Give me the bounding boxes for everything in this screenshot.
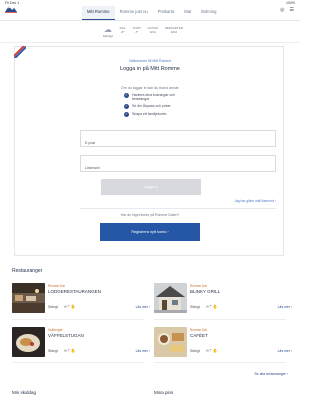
cloud-icon: ☁	[103, 25, 112, 34]
amenity-icons: ◷ᛘ✋	[206, 348, 219, 353]
menu-icon[interactable]: ☰	[290, 8, 294, 13]
hand-icon: ✋	[70, 348, 77, 353]
forgot-password-link[interactable]: Jag har glömt mitt lösenord ›	[234, 199, 276, 203]
weather-reading-value: 0/14	[170, 30, 177, 34]
weather-condition: ☁ Molnigt	[103, 25, 113, 39]
password-field[interactable]	[81, 160, 275, 176]
restaurant-card[interactable]: Gräberget VÄFFELSTUGAN Stängt ◷ᛘ✋ Läs me…	[12, 327, 152, 357]
benefit-list: ✓ Hantera dina bokningar och betalningar…	[124, 93, 184, 120]
restaurant-area: Gräberget	[48, 328, 63, 332]
restaurant-area: Romme Dal	[48, 284, 65, 288]
benefit-item: ✓ Skapa ett familjekonto	[124, 112, 184, 118]
restaurant-photo	[154, 283, 187, 313]
restaurant-status: Stängt	[48, 305, 58, 309]
no-account-text: Har du inget konto på Romme Dalen?	[120, 213, 180, 217]
restaurant-photo	[154, 327, 187, 357]
read-more-link[interactable]: Läs mer ›	[278, 349, 292, 353]
read-more-link[interactable]: Läs mer ›	[136, 349, 150, 353]
globe-icon[interactable]: ◎	[280, 8, 284, 13]
restaurant-divider	[12, 319, 144, 320]
restaurant-divider	[12, 362, 144, 363]
register-button[interactable]: Registrera nytt konto ›	[100, 223, 200, 241]
weather-reading-value: -7°	[134, 30, 139, 34]
check-icon: ✓	[124, 104, 129, 110]
my-pins-heading: Mina pins	[154, 390, 174, 395]
hand-icon: ✋	[212, 348, 219, 353]
tab-priskarta[interactable]: Priskarta	[153, 6, 180, 20]
romme-logo[interactable]	[4, 4, 18, 14]
check-icon: ✓	[124, 112, 129, 118]
hand-icon: ✋	[212, 304, 219, 309]
corner-ribbon	[14, 46, 26, 58]
login-divider	[80, 208, 276, 209]
restaurant-name: CAFÉET	[190, 333, 208, 338]
tab-mat[interactable]: Mat	[179, 6, 196, 20]
restaurant-card[interactable]: Romme Dal BLINKY GRILL Stängt ◷ᛘ✋ Läs me…	[154, 283, 294, 313]
login-eyebrow: Välkommen till Mitt Romme	[128, 59, 172, 63]
tab-bokning[interactable]: Bokning	[196, 6, 221, 20]
amenity-icons: ◷ᛘ✋	[206, 304, 219, 309]
amenity-icons: ◷ᛘ✋	[64, 348, 77, 353]
main-nav: Mitt Romme Romme just nu Priskarta Mat B…	[82, 6, 221, 20]
restaurant-status: Stängt	[48, 349, 58, 353]
weather-reading: DAL -6°	[120, 26, 126, 34]
restaurant-card[interactable]: Romme Dal CAFÉET Stängt ◷ᛘ✋ Läs mer ›	[154, 327, 294, 357]
login-subtitle: Om du loggar in kan du bland annat:	[120, 86, 180, 90]
email-field-box	[80, 130, 276, 151]
weather-reading: LIFTAR 0/14	[148, 26, 158, 34]
weather-reading: TOPP -7°	[133, 26, 141, 34]
weather-reading-value: 0/14	[149, 30, 156, 34]
login-title: Logga in på Mitt Romme	[120, 66, 180, 72]
amenity-icons: ◷ᛘ✋	[64, 304, 77, 309]
restaurant-photo	[12, 327, 45, 357]
login-button[interactable]: Logga in	[101, 179, 201, 195]
email-field[interactable]	[81, 135, 275, 151]
restaurant-name: BLINKY GRILL	[190, 289, 221, 294]
benefit-item: ✓ Hantera dina bokningar och betalningar	[124, 93, 184, 101]
tab-romme-just-nu[interactable]: Romme just nu	[115, 6, 153, 20]
restaurants-heading: Restauranger	[12, 268, 43, 274]
my-ski-day-heading: Min skiddag	[12, 390, 37, 395]
restaurant-name: VÄFFELSTUGAN	[48, 333, 84, 338]
hand-icon: ✋	[70, 304, 77, 309]
weather-condition-label: Molnigt	[103, 34, 113, 38]
restaurant-status: Stängt	[190, 349, 200, 353]
nav-divider	[0, 20, 300, 21]
restaurant-area: Romme Dal	[190, 284, 207, 288]
restaurant-divider	[154, 362, 286, 363]
restaurant-name: LODGERESTAURANGEN	[48, 289, 101, 294]
check-icon: ✓	[124, 93, 129, 98]
weather-strip: ☁ Molnigt DAL -6° TOPP -7° LIFTAR 0/14 N…	[103, 25, 183, 39]
weather-divider	[0, 42, 300, 43]
restaurant-area: Romme Dal	[190, 328, 207, 332]
all-restaurants-link[interactable]: Se alla restauranger ›	[254, 372, 288, 376]
benefit-text: Skapa ett familjekonto	[132, 112, 167, 117]
read-more-link[interactable]: Läs mer ›	[278, 305, 292, 309]
top-icons: ◎ ☰	[280, 8, 294, 13]
restaurant-card[interactable]: Romme Dal LODGERESTAURANGEN Stängt ◷ᛘ✋ L…	[12, 283, 152, 313]
weather-reading-value: -6°	[120, 30, 125, 34]
tab-mitt-romme[interactable]: Mitt Romme	[82, 6, 115, 20]
status-battery: 100%	[286, 1, 295, 5]
benefit-text: Hantera dina bokningar och betalningar	[132, 93, 176, 102]
benefit-text: Se din Åkpass och priser	[132, 104, 171, 109]
weather-reading: NEDFARTER 0/14	[165, 26, 183, 34]
restaurant-photo	[12, 283, 45, 313]
password-field-box	[80, 155, 276, 176]
benefit-item: ✓ Se din Åkpass och priser	[124, 104, 184, 110]
restaurant-divider	[154, 319, 286, 320]
read-more-link[interactable]: Läs mer ›	[136, 305, 150, 309]
restaurant-status: Stängt	[190, 305, 200, 309]
